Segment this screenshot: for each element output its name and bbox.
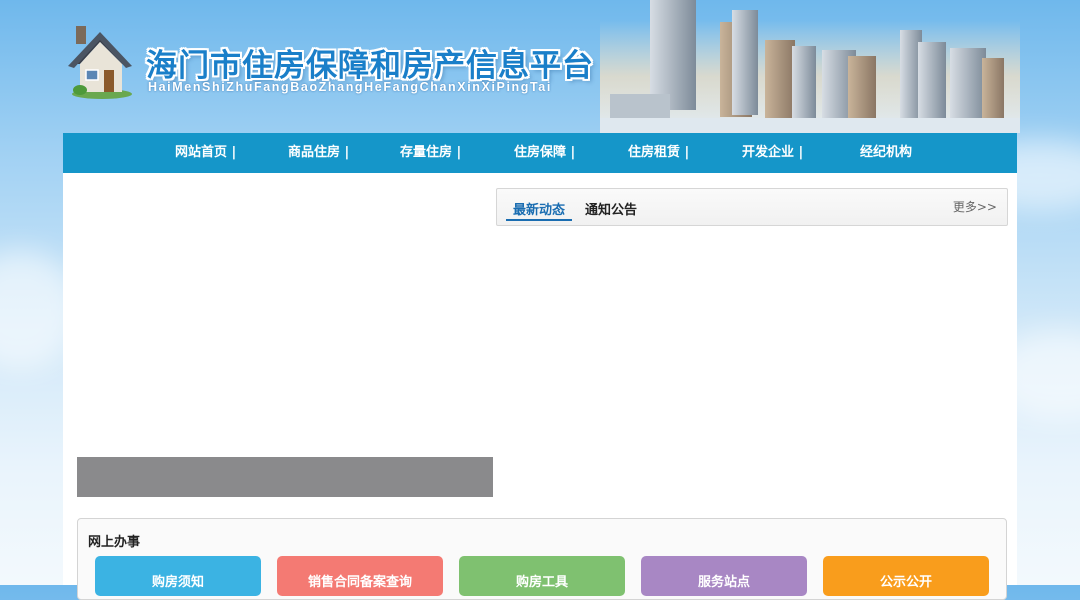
news-panel-header: 最新动态 通知公告 更多>>: [496, 188, 1008, 226]
main-content: 最新动态 通知公告 更多>> 网上办事 购房须知 销售合同备案查询 购房工具 服…: [63, 173, 1017, 600]
nav-item-home[interactable]: 网站首页 |: [175, 133, 236, 173]
house-logo-icon: [68, 26, 132, 99]
nav-item-housing-security[interactable]: 住房保障 |: [514, 133, 575, 173]
nav-item-agencies[interactable]: 经纪机构: [860, 133, 912, 173]
tab-latest-news[interactable]: 最新动态: [513, 199, 565, 218]
site-title: 海门市住房保障和房产信息平台: [146, 48, 594, 84]
site-header: 海门市住房保障和房产信息平台 HaiMenShiZhuFangBaoZhangH…: [0, 0, 1080, 133]
nav-item-commercial-housing[interactable]: 商品住房 |: [288, 133, 349, 173]
main-nav: 网站首页 | 商品住房 | 存量住房 | 住房保障 | 住房租赁 | 开发企业 …: [63, 133, 1017, 173]
image-slideshow[interactable]: [77, 185, 493, 497]
nav-item-existing-housing[interactable]: 存量住房 |: [400, 133, 461, 173]
service-button-purchase-tools[interactable]: 购房工具: [459, 556, 625, 596]
service-button-contract-query[interactable]: 销售合同备案查询: [277, 556, 443, 596]
online-services-title: 网上办事: [88, 535, 141, 550]
service-button-service-sites[interactable]: 服务站点: [641, 556, 807, 596]
tab-notices[interactable]: 通知公告: [585, 199, 637, 218]
service-button-purchase-notice[interactable]: 购房须知: [95, 556, 261, 596]
slideshow-caption-bar: [77, 457, 493, 497]
nav-item-developers[interactable]: 开发企业 |: [742, 133, 803, 173]
city-skyline-illustration: [600, 0, 1020, 133]
more-link[interactable]: 更多>>: [953, 198, 997, 215]
active-tab-underline: [506, 219, 572, 221]
site-subtitle: HaiMenShiZhuFangBaoZhangHeFangChanXinXiP…: [148, 80, 552, 94]
service-button-public-disclosure[interactable]: 公示公开: [823, 556, 989, 596]
nav-item-housing-rental[interactable]: 住房租赁 |: [628, 133, 689, 173]
online-services-panel: 网上办事 购房须知 销售合同备案查询 购房工具 服务站点 公示公开: [77, 518, 1007, 600]
